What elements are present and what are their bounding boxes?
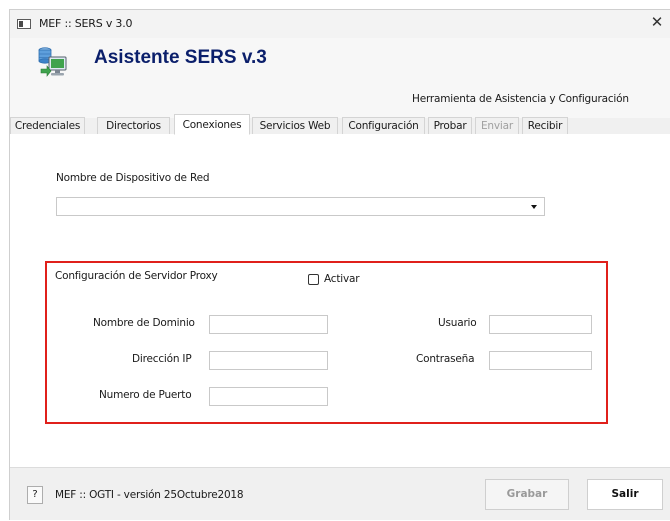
- dropdown-arrow-icon[interactable]: [531, 205, 537, 209]
- password-label: Contraseña: [416, 353, 475, 365]
- conexiones-panel: Nombre de Dispositivo de Red Configuraci…: [10, 134, 670, 468]
- app-subtitle: Herramienta de Asistencia y Configuració…: [412, 93, 629, 105]
- tab-recibir[interactable]: Recibir: [522, 117, 568, 134]
- activar-checkbox[interactable]: [308, 274, 319, 285]
- activar-label[interactable]: Activar: [324, 273, 360, 285]
- app-window: MEF :: SERS v 3.0 ✕ Asistente SERS v.3 H…: [9, 9, 670, 520]
- tab-servicios-web[interactable]: Servicios Web: [252, 117, 338, 134]
- tab-credenciales[interactable]: Credenciales: [10, 117, 85, 134]
- domain-label: Nombre de Dominio: [93, 317, 195, 329]
- user-input[interactable]: [489, 315, 592, 334]
- tab-bar: Credenciales Directorios Conexiones Serv…: [10, 114, 670, 135]
- device-select[interactable]: [56, 197, 545, 216]
- app-title: Asistente SERS v.3: [94, 47, 267, 68]
- tab-enviar[interactable]: Enviar: [475, 117, 519, 134]
- close-button[interactable]: ✕: [644, 10, 670, 36]
- window-title: MEF :: SERS v 3.0: [39, 17, 133, 30]
- network-computer-icon: [38, 47, 67, 77]
- header-banner: Asistente SERS v.3 Herramienta de Asiste…: [10, 38, 670, 118]
- title-bar[interactable]: MEF :: SERS v 3.0 ✕: [10, 10, 670, 38]
- user-label: Usuario: [438, 317, 477, 329]
- password-input[interactable]: [489, 351, 592, 370]
- help-button[interactable]: ?: [27, 486, 43, 504]
- tab-probar[interactable]: Probar: [428, 117, 472, 134]
- port-input[interactable]: [209, 387, 328, 406]
- domain-input[interactable]: [209, 315, 328, 334]
- tab-directorios[interactable]: Directorios: [97, 117, 170, 134]
- ip-input[interactable]: [209, 351, 328, 370]
- version-text: MEF :: OGTI - versión 25Octubre2018: [55, 489, 244, 501]
- save-button[interactable]: Grabar: [485, 479, 569, 510]
- port-label: Numero de Puerto: [99, 389, 192, 401]
- window-app-icon: [17, 19, 31, 29]
- tab-configuracion[interactable]: Configuración: [342, 117, 425, 134]
- proxy-section-title: Configuración de Servidor Proxy: [55, 270, 218, 282]
- exit-button[interactable]: Salir: [587, 479, 663, 510]
- tab-conexiones[interactable]: Conexiones: [174, 114, 250, 135]
- device-label: Nombre de Dispositivo de Red: [56, 172, 210, 184]
- footer-bar: ? MEF :: OGTI - versión 25Octubre2018 Gr…: [10, 467, 670, 521]
- ip-label: Dirección IP: [132, 353, 192, 365]
